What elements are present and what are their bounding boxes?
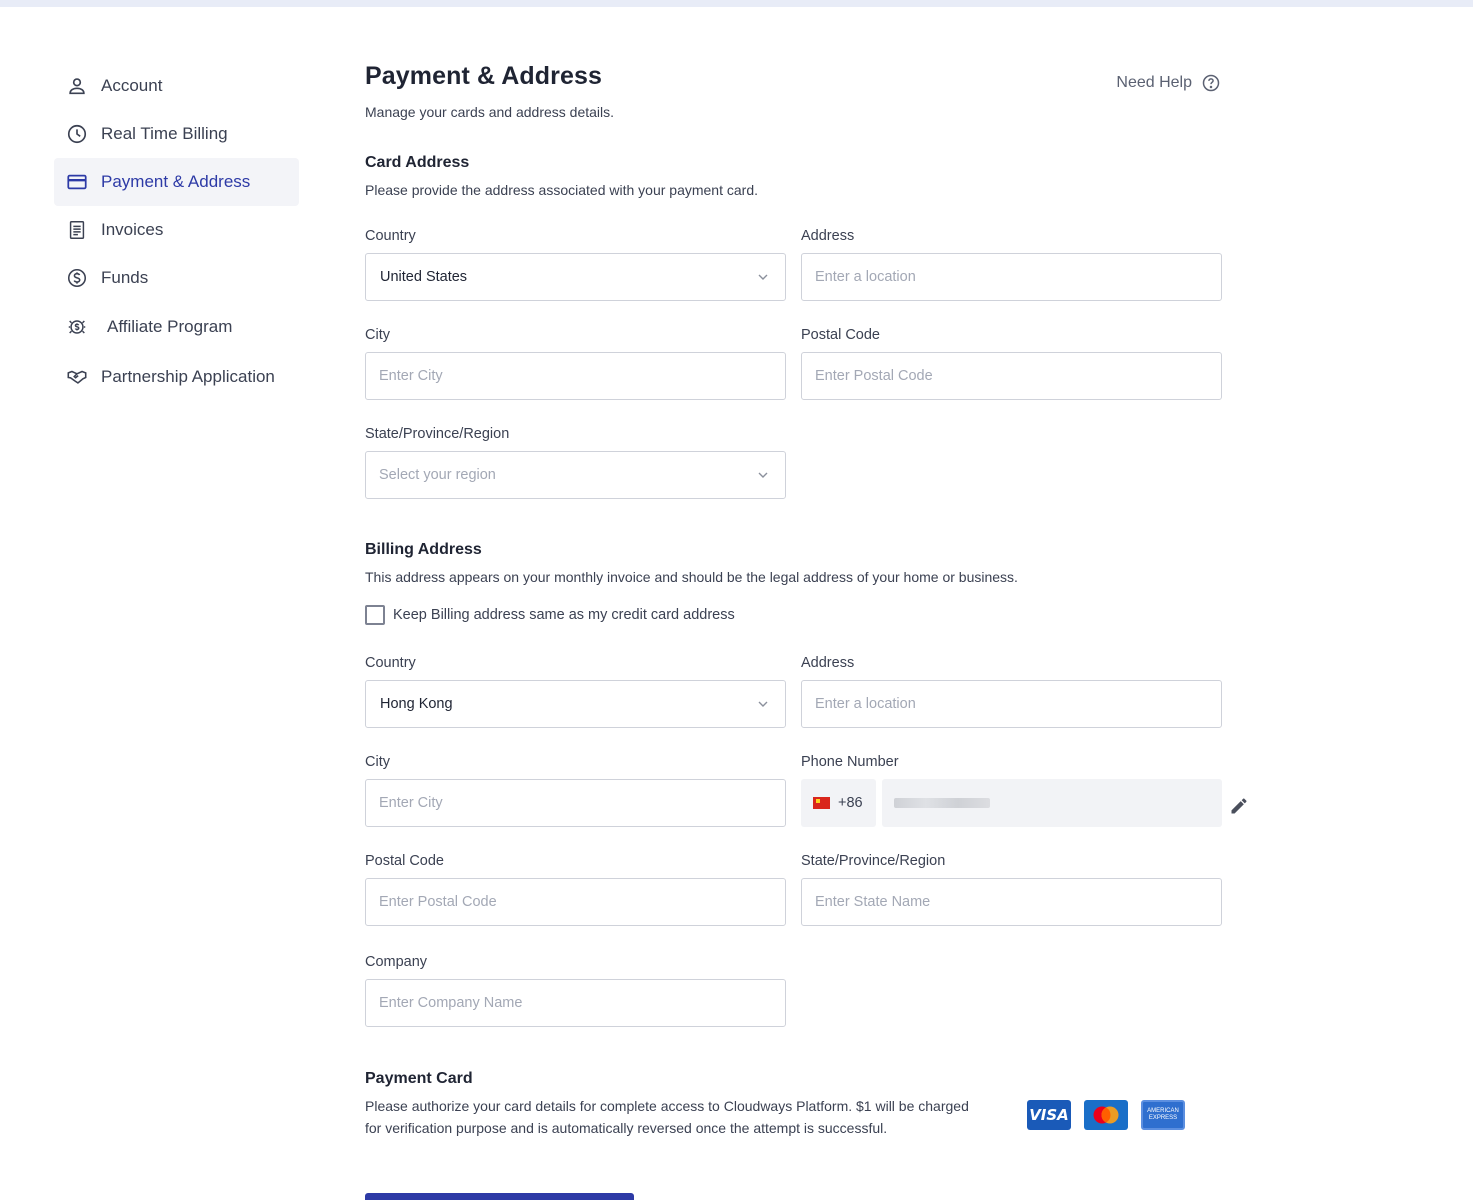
sidebar-item-real-time-billing[interactable]: Real Time Billing [54,110,299,158]
need-help-label: Need Help [1116,74,1192,91]
card-postal-field: Postal Code Enter Postal Code [801,327,1222,400]
card-country-select[interactable]: United States [365,253,786,301]
billing-postal-label: Postal Code [365,853,444,869]
card-address-description: Please provide the address associated wi… [365,182,758,198]
dollar-circle-icon [66,267,88,289]
redacted-phone-number [894,798,990,808]
sidebar-item-label: Invoices [101,220,164,239]
card-city-field: City Enter City [365,327,786,400]
card-address-field: Address Enter a location [801,228,1222,301]
card-address-label: Address [801,228,855,244]
affiliate-icon [66,316,88,338]
add-card-button[interactable] [365,1193,634,1200]
pencil-edit-icon[interactable] [1229,796,1249,816]
same-address-checkbox[interactable] [365,605,385,625]
sidebar-item-label: Real Time Billing [101,124,228,143]
credit-card-icon [66,171,88,193]
card-country-label: Country [365,228,416,244]
handshake-icon [66,366,88,388]
same-address-label: Keep Billing address same as my credit c… [393,607,735,623]
billing-state-input[interactable]: Enter State Name [801,878,1222,926]
billing-address-section: Billing Address This address appears on … [365,541,1225,625]
phone-field: Phone Number +86 [801,754,1247,827]
user-icon [66,75,88,97]
card-country-value: United States [380,269,468,285]
billing-city-input[interactable]: Enter City [365,779,786,827]
billing-postal-field: Postal Code Enter Postal Code [365,853,786,926]
sidebar-item-partnership-application[interactable]: Partnership Application [54,352,299,402]
billing-address-title: Billing Address [365,541,482,558]
china-flag-icon [813,797,830,809]
billing-address-label: Address [801,655,855,671]
billing-address-field: Address Enter a location [801,655,1222,728]
sidebar-item-payment-address[interactable]: Payment & Address [54,158,299,206]
billing-postal-input[interactable]: Enter Postal Code [365,878,786,926]
amex-card-icon: AMERICAN EXPRESS [1141,1100,1185,1130]
phone-country-code[interactable]: +86 [801,779,876,827]
billing-address-input[interactable]: Enter a location [801,680,1222,728]
card-region-field: State/Province/Region Select your region [365,426,786,499]
card-address-title: Card Address [365,154,470,171]
billing-city-field: City Enter City [365,754,786,827]
card-region-placeholder: Select your region [379,467,496,483]
chevron-down-icon [758,472,768,478]
question-circle-icon [1201,73,1221,93]
payment-card-section: Payment Card Please authorize your card … [365,1070,985,1139]
sidebar-item-affiliate-program[interactable]: Affiliate Program [54,302,299,352]
sidebar-item-label: Funds [101,268,149,287]
main-content: Payment & Address Manage your cards and … [365,62,1247,1200]
company-input[interactable]: Enter Company Name [365,979,786,1027]
payment-card-description: Please authorize your card details for c… [365,1098,969,1136]
company-field: Company Enter Company Name [365,954,786,1027]
amex-card-label: AMERICAN EXPRESS [1147,1108,1179,1121]
sidebar-item-label: Affiliate Program [107,317,233,336]
billing-city-label: City [365,754,390,770]
card-city-label: City [365,327,390,343]
sidebar-item-invoices[interactable]: Invoices [54,206,299,254]
billing-address-description: This address appears on your monthly inv… [365,569,1018,585]
top-bar [0,0,1473,7]
billing-state-field: State/Province/Region Enter State Name [801,853,1222,926]
phone-label: Phone Number [801,754,899,770]
sidebar-item-label: Payment & Address [101,172,251,191]
phone-input-group: +86 [801,779,1247,827]
card-city-input[interactable]: Enter City [365,352,786,400]
need-help-link[interactable]: Need Help [1116,73,1221,93]
billing-country-value: Hong Kong [380,696,453,712]
billing-country-field: Country Hong Kong [365,655,786,728]
card-address-input[interactable]: Enter a location [801,253,1222,301]
card-postal-label: Postal Code [801,327,880,343]
sidebar: Account Real Time Billing Payment & Addr… [54,62,299,402]
sidebar-item-account[interactable]: Account [54,62,299,110]
company-label: Company [365,954,428,970]
phone-code-value: +86 [838,795,863,811]
same-address-row: Keep Billing address same as my credit c… [365,605,1225,625]
card-postal-input[interactable]: Enter Postal Code [801,352,1222,400]
card-region-label: State/Province/Region [365,426,510,442]
billing-country-select[interactable]: Hong Kong [365,680,786,728]
visa-card-label: VISA [1029,1106,1069,1124]
mastercard-icon [1084,1100,1128,1130]
billing-country-label: Country [365,655,416,671]
card-region-select[interactable]: Select your region [365,451,786,499]
sidebar-item-label: Partnership Application [101,367,275,386]
page-title: Payment & Address [365,62,602,90]
clock-icon [66,123,88,145]
accepted-cards: VISA AMERICAN EXPRESS [1027,1100,1185,1130]
billing-state-label: State/Province/Region [801,853,946,869]
card-country-field: Country United States [365,228,786,301]
payment-card-title: Payment Card [365,1070,473,1087]
phone-number-input[interactable] [882,779,1222,827]
sidebar-item-label: Account [101,76,163,95]
page-subtitle: Manage your cards and address details. [365,104,615,120]
invoice-icon [66,219,88,241]
sidebar-item-funds[interactable]: Funds [54,254,299,302]
visa-card-icon: VISA [1027,1100,1071,1130]
chevron-down-icon [758,274,768,280]
card-address-section: Card Address Please provide the address … [365,154,1225,201]
chevron-down-icon [758,701,768,707]
